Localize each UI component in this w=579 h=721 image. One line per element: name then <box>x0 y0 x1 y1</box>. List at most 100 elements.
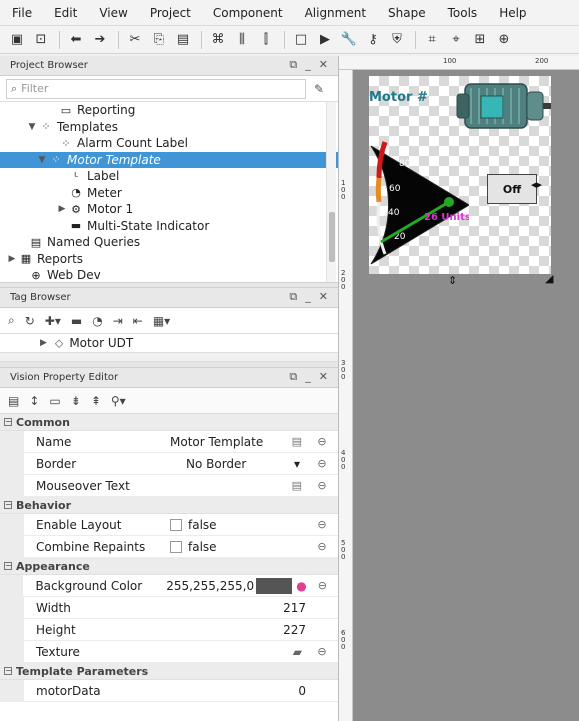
property-value[interactable]: false <box>170 514 306 535</box>
play-icon[interactable]: ▶ <box>314 29 336 51</box>
property-row[interactable]: Width 217 <box>0 597 338 619</box>
search-icon[interactable]: ⌕ <box>8 313 15 328</box>
minimize-icon[interactable]: _ <box>305 290 311 304</box>
property-category[interactable]: − Appearance <box>0 558 338 575</box>
property-category[interactable]: − Behavior <box>0 497 338 514</box>
group-icon[interactable]: ⌘ <box>207 29 229 51</box>
shield-icon[interactable]: ⛨ <box>386 29 408 51</box>
color-wheel-icon[interactable]: ● <box>296 579 306 593</box>
property-row[interactable]: Height 227 <box>0 619 338 641</box>
bind-icon[interactable]: ⊖ <box>307 579 338 592</box>
bind-icon[interactable]: ⊖ <box>306 645 338 658</box>
collapse-icon[interactable]: − <box>4 562 12 570</box>
resize-handle-corner[interactable]: ◢ <box>545 272 553 285</box>
property-row[interactable]: Mouseover Text ▤ ⊖ <box>0 475 338 497</box>
expand-icon[interactable]: ▶ <box>6 254 18 264</box>
float-icon[interactable]: ⧉ <box>289 58 297 72</box>
checkbox[interactable] <box>170 540 182 553</box>
edit-icon[interactable]: ✎ <box>306 82 332 96</box>
save-all-icon[interactable]: ⊡ <box>30 29 52 51</box>
close-icon[interactable]: ✕ <box>319 58 328 72</box>
property-row[interactable]: Name Motor Template ▤ ⊖ <box>0 431 338 453</box>
tree-item[interactable]: ⊕ Web Dev <box>0 267 338 282</box>
collapse-all-icon[interactable]: ⇞ <box>91 394 101 408</box>
property-value[interactable]: 255,255,255,0 ● <box>166 575 307 596</box>
tree-item[interactable]: ▶ ▦ Reports <box>0 251 338 268</box>
bind-icon[interactable]: ⊖ <box>306 540 338 553</box>
checkbox[interactable] <box>170 518 182 531</box>
property-row[interactable]: Combine Repaints false ⊖ <box>0 536 338 558</box>
property-row[interactable]: Texture ▰ ⊖ <box>0 641 338 663</box>
layout-icon[interactable]: ⊞ <box>469 29 491 51</box>
collapse-icon[interactable]: − <box>4 667 12 675</box>
cut-icon[interactable]: ✂ <box>124 29 146 51</box>
tree-item[interactable]: ▭ Reporting <box>0 102 338 119</box>
property-category[interactable]: − Template Parameters <box>0 663 338 680</box>
tree-item[interactable]: ◔ Meter <box>0 185 338 202</box>
tree-item[interactable]: ▼ ⁘ Templates <box>0 119 338 136</box>
property-category[interactable]: − Common <box>0 414 338 431</box>
history-icon[interactable]: ◔ <box>92 314 102 328</box>
tree-item[interactable]: ▬ Multi-State Indicator <box>0 218 338 235</box>
float-icon[interactable]: ⧉ <box>289 290 297 304</box>
zoom-icon[interactable]: ⊕ <box>493 29 515 51</box>
minimize-icon[interactable]: _ <box>305 370 311 384</box>
forward-icon[interactable]: ➔ <box>89 29 111 51</box>
categorized-icon[interactable]: ▤ <box>8 394 19 408</box>
database-icon[interactable]: ▬ <box>71 314 82 328</box>
template-canvas[interactable]: Motor # 80 60 40 20 26 Units Off <box>369 76 551 274</box>
bind-icon[interactable]: ⊖ <box>306 479 338 492</box>
tag-add-icon[interactable]: ✚▾ <box>45 314 61 328</box>
expand-all-icon[interactable]: ⇟ <box>71 394 81 408</box>
property-row[interactable]: motorData 0 <box>0 680 338 702</box>
float-icon[interactable]: ⧉ <box>289 370 297 384</box>
align-alt-icon[interactable]: ⫿ <box>255 29 277 51</box>
save-icon[interactable]: ▣ <box>6 29 28 51</box>
collapse-icon[interactable]: − <box>4 501 12 509</box>
minimize-icon[interactable]: _ <box>305 58 311 72</box>
menu-file[interactable]: File <box>12 6 32 20</box>
menu-view[interactable]: View <box>99 6 127 20</box>
filter-icon[interactable]: ⚲▾ <box>111 394 126 408</box>
off-button[interactable]: Off <box>487 174 537 204</box>
snap-icon[interactable]: ⌖ <box>445 29 467 51</box>
resize-handle-right[interactable]: ◂▸ <box>531 178 542 191</box>
sort-icon[interactable]: ↕ <box>29 394 39 408</box>
expand-icon[interactable]: ▶ <box>56 204 68 214</box>
refresh-icon[interactable]: ↻ <box>25 314 35 328</box>
close-icon[interactable]: ✕ <box>319 370 328 384</box>
tag-hscrollbar[interactable] <box>0 352 338 362</box>
tree-item[interactable]: ⁘ Alarm Count Label <box>0 135 338 152</box>
bind-icon[interactable]: ⊖ <box>306 435 338 448</box>
motor-image[interactable] <box>451 76 551 136</box>
tag-row[interactable]: ▶ ⬦ Motor UDT <box>0 334 338 352</box>
motor-label[interactable]: Motor # <box>369 90 428 105</box>
basic-view-icon[interactable]: ▭ <box>49 394 60 408</box>
menu-component[interactable]: Component <box>213 6 283 20</box>
property-value[interactable]: ▤ <box>170 475 306 496</box>
property-value[interactable]: 227 <box>170 619 306 640</box>
tree-item[interactable]: ▤ Named Queries <box>0 234 338 251</box>
property-row[interactable]: Border No Border ▾ ⊖ <box>0 453 338 475</box>
property-value[interactable]: Motor Template ▤ <box>170 431 306 452</box>
filter-input[interactable]: ⌕ Filter <box>6 78 306 99</box>
menu-tools[interactable]: Tools <box>448 6 478 20</box>
meter[interactable]: 80 60 40 20 26 Units <box>369 134 469 274</box>
grid-icon[interactable]: ⌗ <box>421 29 443 51</box>
text-editor-icon[interactable]: ▤ <box>292 435 302 448</box>
scroll-thumb[interactable] <box>329 212 335 262</box>
menu-shape[interactable]: Shape <box>388 6 426 20</box>
collapse-icon[interactable]: − <box>4 418 12 426</box>
wrench-icon[interactable]: 🔧 <box>338 29 360 51</box>
grid-icon[interactable]: ▦▾ <box>153 314 170 328</box>
export-icon[interactable]: ⇤ <box>133 314 143 328</box>
close-icon[interactable]: ✕ <box>319 290 328 304</box>
resize-handle-bottom[interactable]: ⇕ <box>448 274 457 287</box>
menu-project[interactable]: Project <box>150 6 191 20</box>
rectangle-icon[interactable]: □ <box>290 29 312 51</box>
copy-icon[interactable]: ⎘ <box>148 29 170 51</box>
align-icon[interactable]: ⫼ <box>231 29 253 51</box>
property-value[interactable]: false <box>170 536 306 557</box>
chevron-down-icon[interactable]: ▾ <box>294 457 300 471</box>
menu-edit[interactable]: Edit <box>54 6 77 20</box>
